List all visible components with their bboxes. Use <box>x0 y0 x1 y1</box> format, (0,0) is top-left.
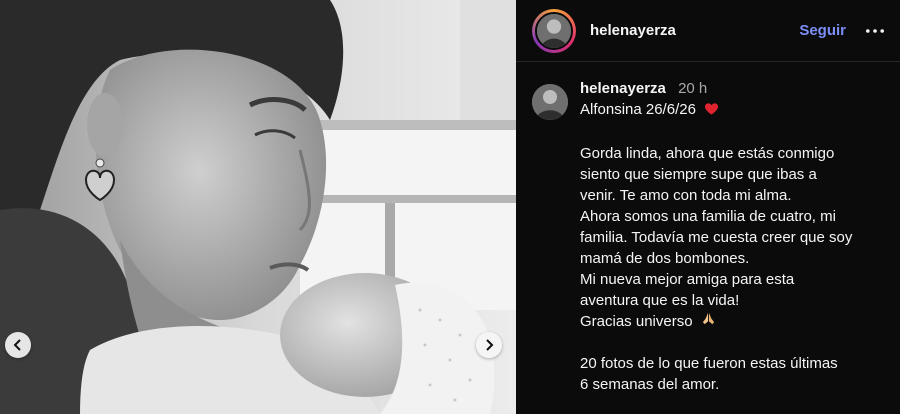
caption-title: Alfonsina 26/6/26 <box>580 101 696 118</box>
caption-line: siento que siempre supe que ibas a <box>580 166 817 183</box>
instagram-post-modal: helenayerza Seguir helenayerza 20 h Alfo… <box>0 0 900 414</box>
story-ring[interactable] <box>532 8 576 53</box>
chevron-left-icon <box>13 339 21 351</box>
caption-username[interactable]: helenayerza <box>580 80 666 97</box>
caption-line: Gracias universo <box>580 313 693 330</box>
more-icon <box>866 28 884 33</box>
caption-line: Gorda linda, ahora que estás conmigo <box>580 145 835 162</box>
caption-line: familia. Todavía me cuesta creer que soy <box>580 229 853 246</box>
previous-photo-button[interactable] <box>5 332 31 358</box>
post-photo[interactable] <box>0 0 516 414</box>
header-username[interactable]: helenayerza <box>590 22 676 39</box>
post-header: helenayerza Seguir <box>516 0 900 62</box>
heart-emoji-icon <box>704 101 719 122</box>
post-timestamp[interactable]: 20 h <box>678 80 707 97</box>
caption-line: mamá de dos bombones. <box>580 250 750 267</box>
caption-line: Mi nueva mejor amiga para esta <box>580 271 795 288</box>
chevron-right-icon <box>486 339 494 351</box>
folded-hands-emoji-icon <box>701 311 716 332</box>
post-sidebar: helenayerza Seguir helenayerza 20 h Alfo… <box>516 0 900 414</box>
more-options-button[interactable] <box>864 21 886 41</box>
caption-body: helenayerza 20 h Alfonsina 26/6/26 Gorda… <box>580 78 852 395</box>
avatar[interactable] <box>535 11 573 50</box>
caption-avatar[interactable] <box>532 84 568 120</box>
caption-line: Ahora somos una familia de cuatro, mi <box>580 208 836 225</box>
follow-button[interactable]: Seguir <box>799 22 846 39</box>
caption-line: 20 fotos de lo que fueron estas últimas <box>580 355 838 372</box>
next-photo-button[interactable] <box>476 332 502 358</box>
caption-line: venir. Te amo con toda mi alma. <box>580 187 792 204</box>
caption-line: aventura que es la vida! <box>580 292 740 309</box>
post-caption: helenayerza 20 h Alfonsina 26/6/26 Gorda… <box>516 62 900 395</box>
photo-mother-and-baby <box>0 0 516 414</box>
caption-line: 6 semanas del amor. <box>580 376 720 393</box>
